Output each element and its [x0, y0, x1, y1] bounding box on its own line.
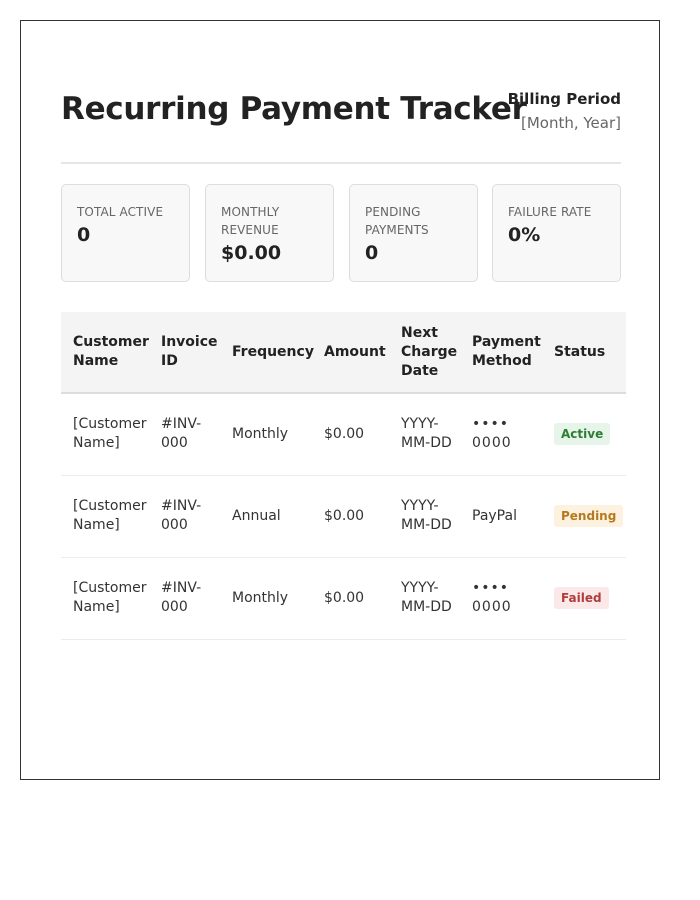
cell-next-charge-date: YYYY-MM-DD — [389, 557, 460, 640]
table-header-row: Customer Name Invoice ID Frequency Amoun… — [61, 312, 626, 394]
cell-invoice-id: #INV-000 — [149, 393, 220, 476]
summary-cards: Total Active 0 Monthly Revenue $0.00 Pen… — [61, 184, 621, 282]
status-badge: Active — [554, 423, 611, 446]
column-header-status: Status — [542, 312, 626, 394]
cell-status: Active — [542, 393, 626, 476]
summary-card-label: Pending Payments — [365, 205, 429, 237]
cell-payment-method: •••• 0000 — [460, 393, 542, 476]
cell-payment-method: •••• 0000 — [460, 557, 542, 640]
summary-card-label: Total Active — [77, 205, 164, 219]
column-header-next-charge-date: Next Charge Date — [389, 312, 460, 394]
billing-period-value: [Month, Year] — [520, 114, 621, 132]
column-header-frequency: Frequency — [220, 312, 314, 394]
billing-period-label: Billing Period — [507, 90, 621, 108]
cell-invoice-id: #INV-000 — [149, 557, 220, 640]
cell-frequency: Monthly — [220, 393, 312, 476]
header-divider — [61, 162, 621, 164]
cell-amount: $0.00 — [312, 393, 389, 476]
cell-customer-name: [Customer Name] — [61, 475, 149, 558]
column-header-amount: Amount — [312, 312, 389, 394]
table-row: [Customer Name] #INV-000 Annual $0.00 YY… — [61, 475, 626, 558]
summary-card-total-active: Total Active 0 — [61, 184, 190, 282]
cell-customer-name: [Customer Name] — [61, 557, 149, 640]
column-header-invoice-id: Invoice ID — [149, 312, 220, 394]
cell-payment-method: PayPal — [460, 475, 542, 558]
cell-frequency: Monthly — [220, 557, 312, 640]
column-header-payment-method: Payment Method — [460, 312, 542, 394]
cell-next-charge-date: YYYY-MM-DD — [389, 393, 460, 476]
cell-next-charge-date: YYYY-MM-DD — [389, 475, 460, 558]
cell-status: Failed — [542, 557, 626, 640]
cell-amount: $0.00 — [312, 475, 389, 558]
summary-card-value: $0.00 — [221, 242, 282, 264]
summary-card-pending-payments: Pending Payments 0 — [349, 184, 478, 282]
cell-customer-name: [Customer Name] — [61, 393, 149, 476]
column-header-customer-name: Customer Name — [61, 312, 149, 394]
table-row: [Customer Name] #INV-000 Monthly $0.00 Y… — [61, 557, 626, 640]
cell-amount: $0.00 — [312, 557, 389, 640]
payments-table: Customer Name Invoice ID Frequency Amoun… — [61, 312, 626, 640]
table-row: [Customer Name] #INV-000 Monthly $0.00 Y… — [61, 393, 626, 476]
billing-period: Billing Period [Month, Year] — [508, 89, 621, 133]
summary-card-value: 0 — [365, 242, 379, 264]
summary-card-failure-rate: Failure Rate 0% — [492, 184, 621, 282]
cell-invoice-id: #INV-000 — [149, 475, 220, 558]
status-badge: Pending — [554, 505, 624, 527]
summary-card-value: 0% — [508, 224, 541, 246]
summary-card-label: Failure Rate — [508, 205, 592, 219]
status-badge: Failed — [554, 587, 609, 609]
cell-frequency: Annual — [220, 475, 312, 558]
summary-card-label: Monthly Revenue — [221, 205, 280, 237]
summary-card-monthly-revenue: Monthly Revenue $0.00 — [205, 184, 334, 282]
page-header: Recurring Payment Tracker Billing Period… — [61, 89, 621, 159]
cell-status: Pending — [542, 475, 626, 558]
summary-card-value: 0 — [77, 224, 91, 246]
document-page: Recurring Payment Tracker Billing Period… — [20, 20, 660, 780]
page-title: Recurring Payment Tracker — [61, 91, 527, 127]
